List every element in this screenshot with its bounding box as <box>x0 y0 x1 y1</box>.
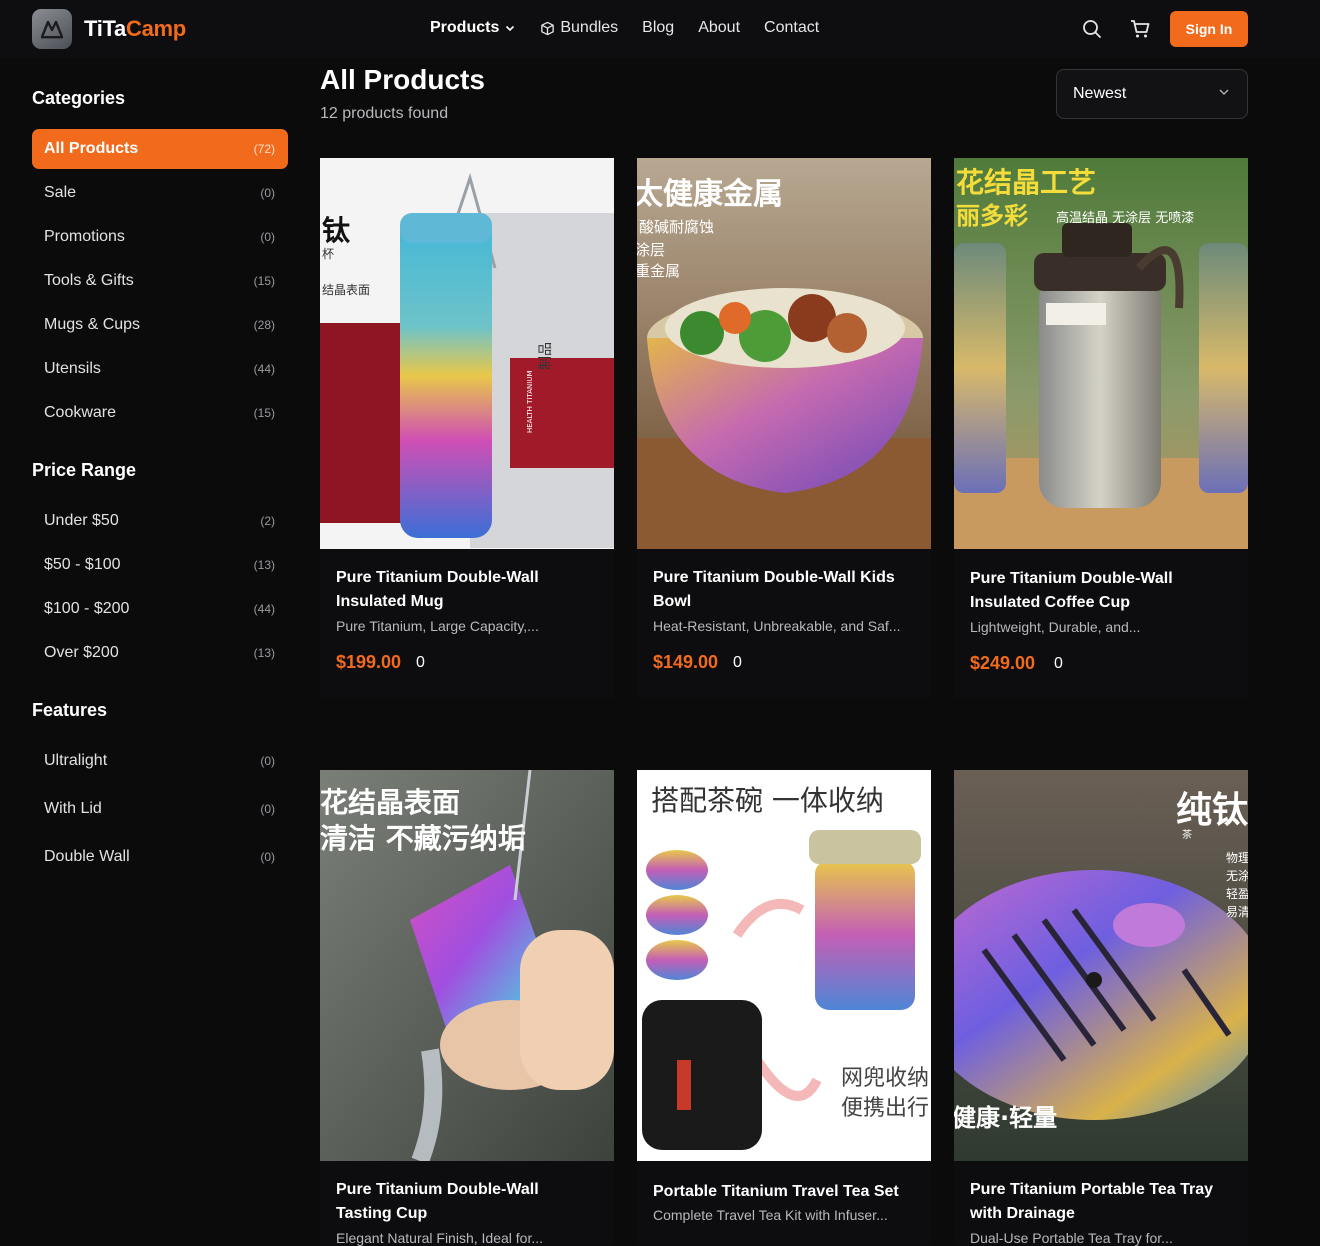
product-description: Heat-Resistant, Unbreakable, and Saf... <box>653 618 901 634</box>
category-mugs-cups[interactable]: Mugs & Cups (28) <box>32 305 288 345</box>
svg-text:重金属: 重金属 <box>637 262 680 280</box>
svg-text:花结晶工艺: 花结晶工艺 <box>956 166 1096 199</box>
nav-blog[interactable]: Blog <box>642 19 674 37</box>
price-50-100[interactable]: $50 - $100 (13) <box>32 545 288 585</box>
product-card[interactable]: 太健康金属 酸碱耐腐蚀 涂层 重金属 Pure Titanium Double-… <box>637 158 931 698</box>
main-nav: Products Bundles Blog About Contact <box>430 19 819 37</box>
price-100-200[interactable]: $100 - $200 (44) <box>32 589 288 629</box>
product-sold-count: 0 <box>416 654 425 671</box>
category-all-products[interactable]: All Products (72) <box>32 129 288 169</box>
package-icon <box>540 21 555 36</box>
cart-icon[interactable] <box>1129 18 1151 40</box>
product-title[interactable]: Pure Titanium Double-Wall Insulated Coff… <box>970 567 1232 615</box>
price-range-heading: Price Range <box>32 460 137 480</box>
features-heading: Features <box>32 700 108 720</box>
categories-heading: Categories <box>32 88 126 108</box>
chevron-down-icon <box>504 22 516 34</box>
product-image[interactable]: 太健康金属 酸碱耐腐蚀 涂层 重金属 <box>637 158 931 549</box>
svg-text:杯: 杯 <box>322 247 334 261</box>
svg-text:无涂: 无涂 <box>1226 868 1248 883</box>
mountain-logo-icon <box>32 9 72 49</box>
product-card[interactable]: 搭配茶碗 一体收纳 网兜收纳 便携出行 Portable Titanium Tr… <box>637 770 931 1245</box>
product-title[interactable]: Portable Titanium Travel Tea Set <box>653 1180 915 1204</box>
svg-text:网兜收纳: 网兜收纳 <box>841 1066 929 1091</box>
svg-text:茶: 茶 <box>1182 828 1192 841</box>
svg-text:纯钛: 纯钛 <box>1176 790 1248 831</box>
product-title[interactable]: Pure Titanium Double-Wall Kids Bowl <box>653 566 915 614</box>
product-price: $149.00 <box>653 652 719 672</box>
category-tools-gifts[interactable]: Tools & Gifts (15) <box>32 261 288 301</box>
svg-text:清洁 不藏污纳垢: 清洁 不藏污纳垢 <box>320 822 526 855</box>
product-sold-count: 0 <box>1054 655 1063 672</box>
svg-text:丽多彩: 丽多彩 <box>956 202 1028 230</box>
svg-text:轻盈: 轻盈 <box>1226 887 1248 901</box>
svg-text:制品: 制品 <box>538 342 554 370</box>
svg-text:物理: 物理 <box>1226 851 1248 865</box>
chevron-down-icon <box>1217 85 1231 104</box>
product-price: $199.00 <box>336 652 402 672</box>
category-sale[interactable]: Sale (0) <box>32 173 288 213</box>
svg-text:涂层: 涂层 <box>637 241 665 259</box>
product-image[interactable]: 搭配茶碗 一体收纳 网兜收纳 便携出行 <box>637 770 931 1161</box>
product-description: Dual-Use Portable Tea Tray for... <box>970 1230 1173 1246</box>
search-icon[interactable] <box>1081 18 1103 40</box>
svg-text:高温结晶 无涂层 无喷漆: 高温结晶 无涂层 无喷漆 <box>1056 210 1194 226</box>
product-image[interactable]: 钛 杯 结晶表面 HEALTH TITANIUM 制品 <box>320 158 614 549</box>
feature-ultralight[interactable]: Ultralight (0) <box>32 741 288 781</box>
product-description: Complete Travel Tea Kit with Infuser... <box>653 1207 888 1223</box>
feature-with-lid[interactable]: With Lid (0) <box>32 789 288 829</box>
feature-double-wall[interactable]: Double Wall (0) <box>32 837 288 877</box>
svg-text:健康·轻量: 健康·轻量 <box>954 1104 1057 1132</box>
category-promotions[interactable]: Promotions (0) <box>32 217 288 257</box>
sort-select[interactable]: Newest <box>1056 69 1248 119</box>
product-sold-count: 0 <box>733 654 742 671</box>
svg-text:便携出行: 便携出行 <box>841 1096 929 1121</box>
category-cookware[interactable]: Cookware (15) <box>32 393 288 433</box>
product-description: Elegant Natural Finish, Ideal for... <box>336 1230 543 1246</box>
svg-text:HEALTH TITANIUM: HEALTH TITANIUM <box>526 370 534 433</box>
product-price: $249.00 <box>970 653 1036 673</box>
product-title[interactable]: Pure Titanium Double-Wall Tasting Cup <box>336 1178 598 1226</box>
product-title[interactable]: Pure Titanium Portable Tea Tray with Dra… <box>970 1178 1232 1226</box>
nav-products[interactable]: Products <box>430 19 516 37</box>
product-card[interactable]: 纯钛 茶 物理 无涂 轻盈 易清 健康·轻量 Pure Titanium Por… <box>954 770 1248 1246</box>
product-image[interactable]: 花结晶表面 清洁 不藏污纳垢 <box>320 770 614 1161</box>
site-header: TiTaCamp Products Bundles Blog About Con… <box>0 0 1320 58</box>
product-description: Pure Titanium, Large Capacity,... <box>336 618 539 634</box>
svg-text:酸碱耐腐蚀: 酸碱耐腐蚀 <box>639 218 714 236</box>
price-under-50[interactable]: Under $50 (2) <box>32 501 288 541</box>
product-description: Lightweight, Durable, and... <box>970 619 1141 635</box>
nav-about[interactable]: About <box>698 19 740 37</box>
product-title[interactable]: Pure Titanium Double-Wall Insulated Mug <box>336 566 598 614</box>
nav-bundles[interactable]: Bundles <box>540 19 618 37</box>
svg-text:搭配茶碗 一体收纳: 搭配茶碗 一体收纳 <box>651 784 884 817</box>
svg-text:易清: 易清 <box>1226 905 1248 919</box>
product-card[interactable]: 花结晶表面 清洁 不藏污纳垢 Pure Titanium Double-Wall… <box>320 770 614 1246</box>
sign-in-button[interactable]: Sign In <box>1170 11 1248 47</box>
results-count: 12 products found <box>320 105 449 122</box>
svg-text:太健康金属: 太健康金属 <box>637 177 783 212</box>
price-over-200[interactable]: Over $200 (13) <box>32 633 288 673</box>
brand-logo[interactable]: TiTaCamp <box>32 9 186 49</box>
nav-contact[interactable]: Contact <box>764 19 819 37</box>
product-image[interactable]: 纯钛 茶 物理 无涂 轻盈 易清 健康·轻量 <box>954 770 1248 1161</box>
brand-name: TiTaCamp <box>84 16 186 41</box>
product-card[interactable]: 钛 杯 结晶表面 HEALTH TITANIUM 制品 Pure Titaniu… <box>320 158 614 698</box>
svg-text:钛: 钛 <box>322 214 351 247</box>
product-image[interactable]: 花结晶工艺 丽多彩 高温结晶 无涂层 无喷漆 <box>954 158 1248 549</box>
category-utensils[interactable]: Utensils (44) <box>32 349 288 389</box>
svg-text:花结晶表面: 花结晶表面 <box>320 786 460 819</box>
product-card[interactable]: 花结晶工艺 丽多彩 高温结晶 无涂层 无喷漆 Pure Titanium Dou… <box>954 158 1248 698</box>
svg-text:结晶表面: 结晶表面 <box>322 283 370 297</box>
page-title: All Products <box>320 64 485 95</box>
